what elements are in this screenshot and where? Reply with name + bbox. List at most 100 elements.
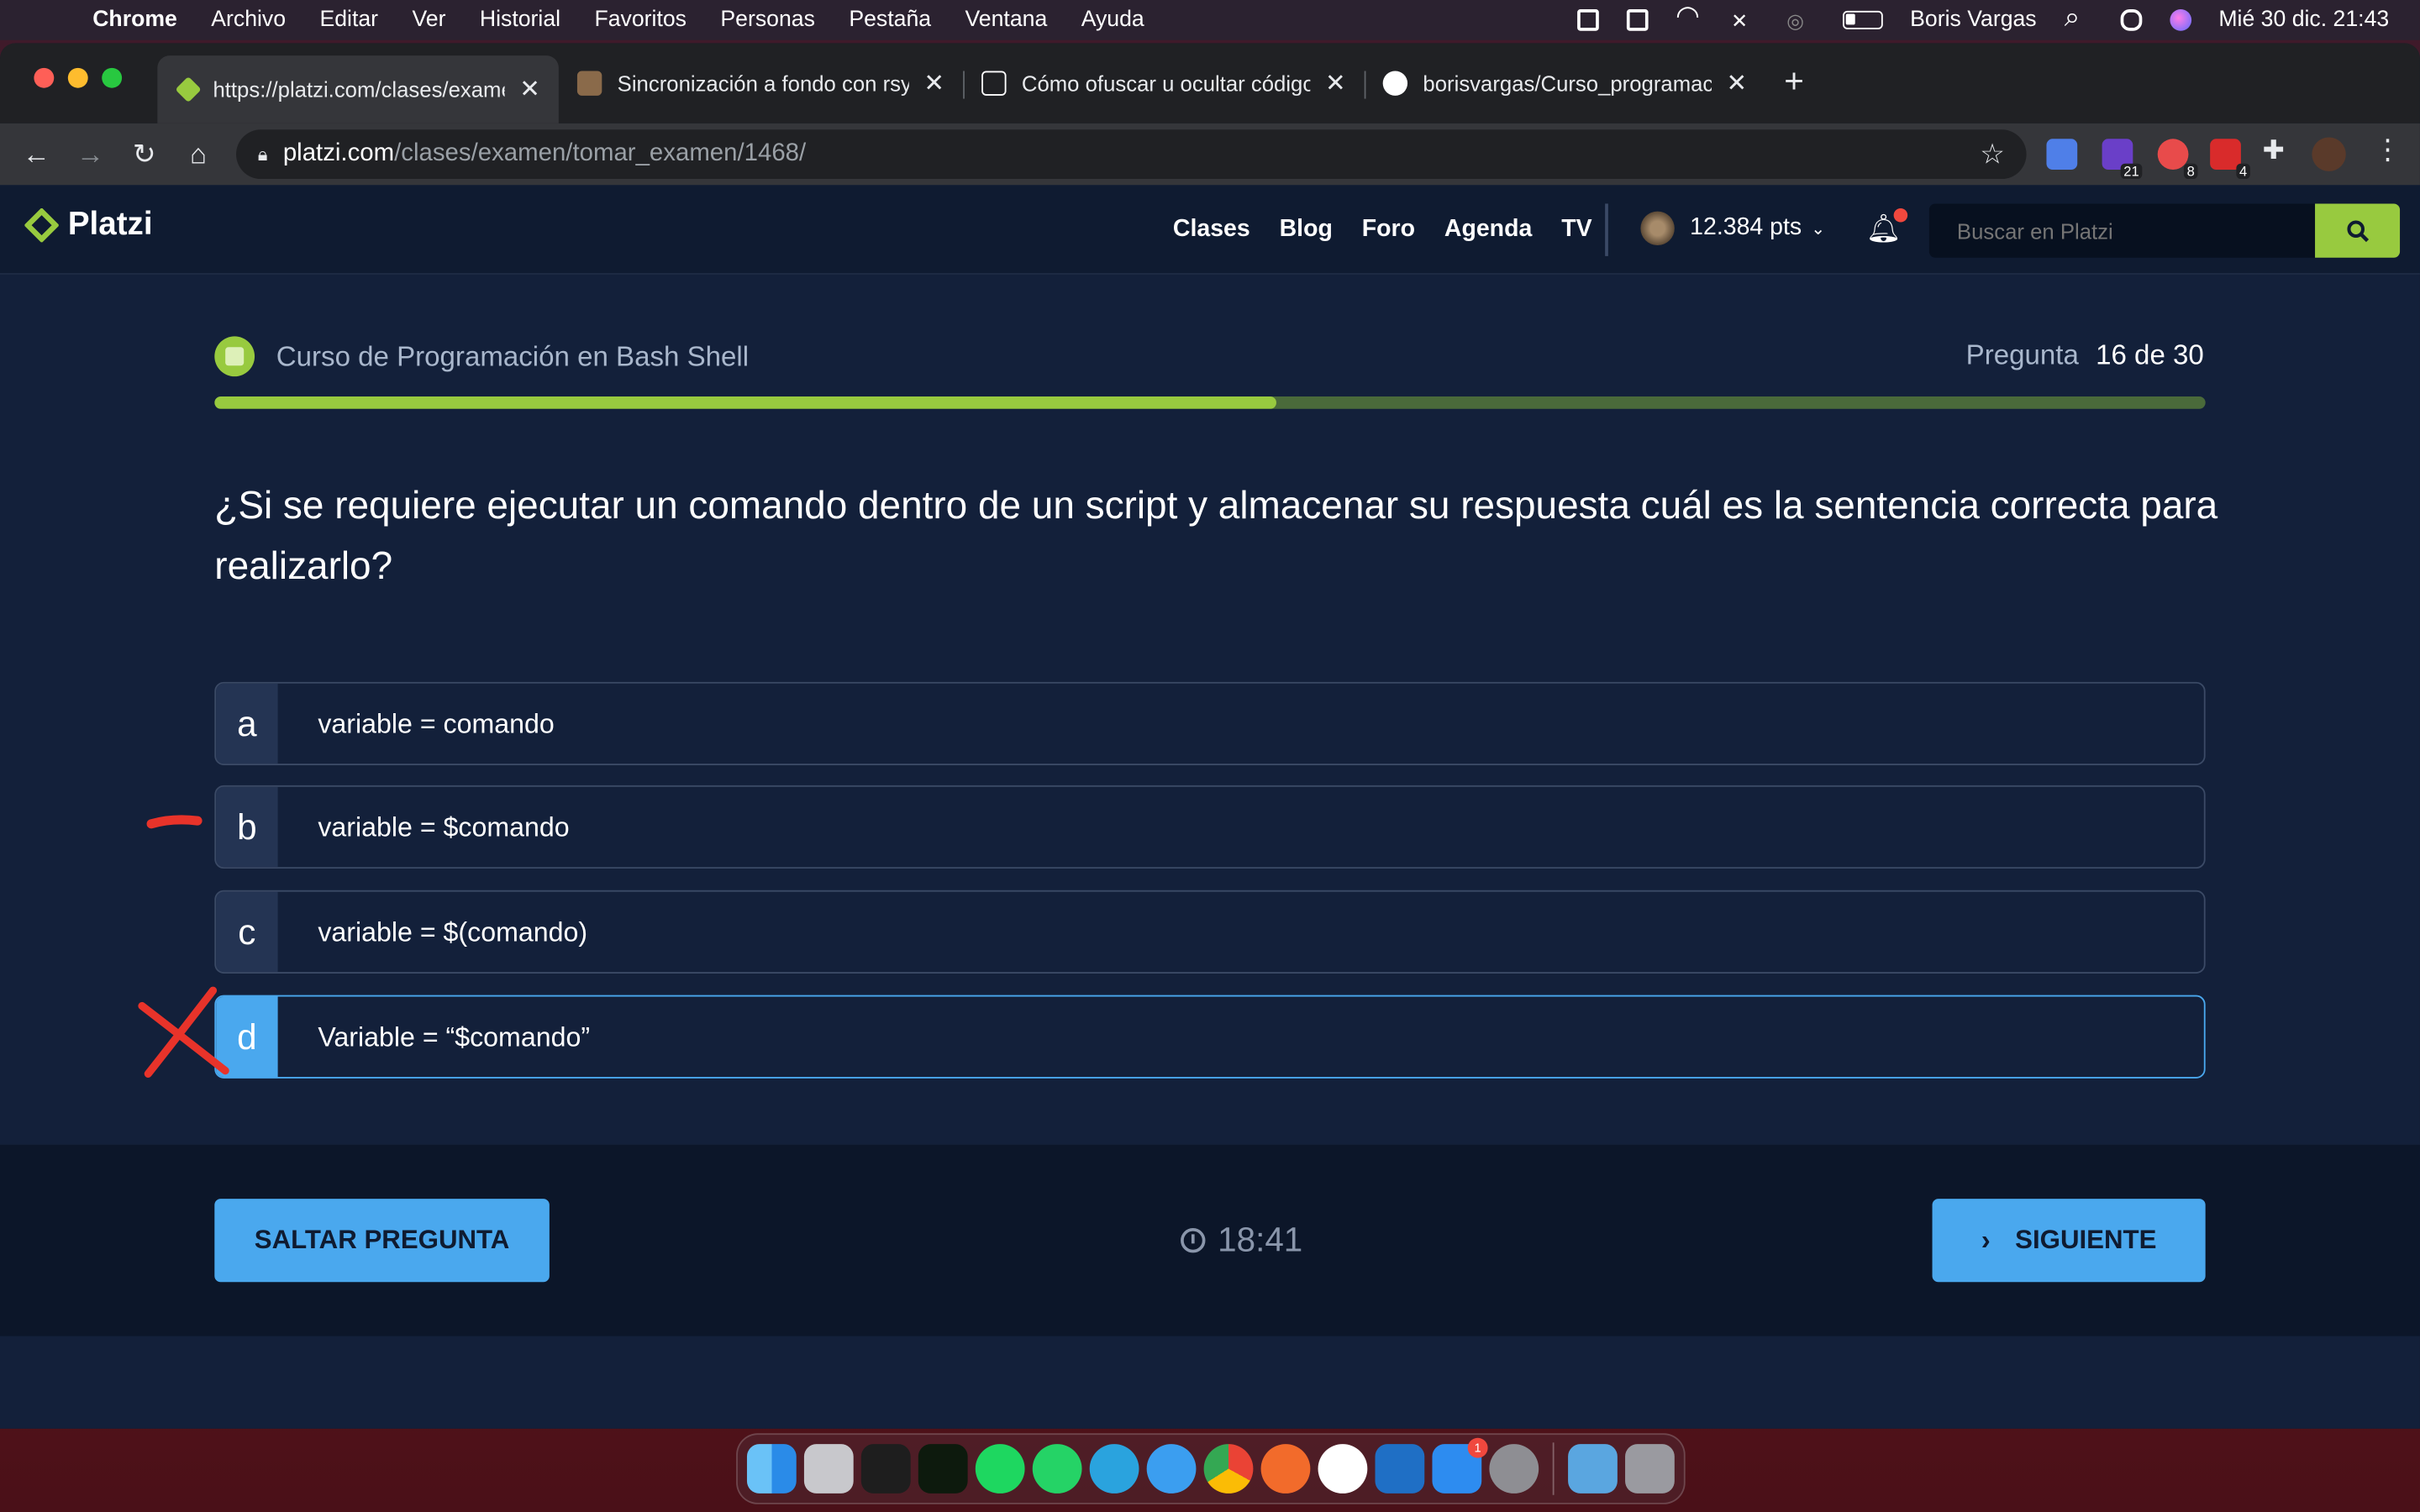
lock-icon[interactable]: 🔒︎: [258, 143, 268, 166]
menubar-clock[interactable]: Mié 30 dic. 21:43: [2218, 8, 2389, 32]
profile-avatar[interactable]: [2312, 137, 2346, 171]
red-x-mark-stroke-1: [138, 1001, 229, 1075]
tab-strip: https://platzi.com/clases/examen ✕ Sincr…: [0, 43, 2420, 123]
menu-historial[interactable]: Historial: [480, 8, 560, 32]
search-button[interactable]: [2315, 203, 2401, 258]
app-store-icon[interactable]: 1: [1432, 1437, 1488, 1494]
tab-title: https://platzi.com/clases/examen: [213, 76, 504, 102]
menu-app-name[interactable]: Chrome: [92, 8, 177, 32]
notification-icon[interactable]: [1576, 9, 1599, 31]
siri-icon[interactable]: [2169, 9, 2191, 31]
spotlight-icon[interactable]: [2065, 2, 2092, 34]
red-dash-mark: [146, 815, 203, 829]
minimize-window-button[interactable]: [67, 67, 88, 88]
home-icon[interactable]: ⌂: [171, 138, 225, 171]
vscode-icon[interactable]: [1375, 1444, 1425, 1494]
nav-tv[interactable]: TV: [1561, 216, 1591, 244]
extension-4-icon[interactable]: 4: [2210, 139, 2250, 180]
menu-ventana[interactable]: Ventana: [965, 8, 1048, 32]
layout-icon[interactable]: [1626, 9, 1648, 31]
search-icon: [2346, 219, 2369, 242]
whatsapp-icon[interactable]: [1032, 1444, 1082, 1494]
trash-icon[interactable]: [1625, 1444, 1675, 1494]
app-store-badge: 1: [1467, 1437, 1488, 1458]
close-window-button[interactable]: [34, 67, 55, 88]
user-points-menu[interactable]: 12.384 pts ⌄: [1640, 211, 1825, 246]
battery-icon[interactable]: [1842, 10, 1883, 29]
safari-icon[interactable]: [1146, 1444, 1197, 1494]
terminal-icon[interactable]: [860, 1444, 911, 1494]
chrome-icon[interactable]: [1203, 1444, 1254, 1494]
stopwatch-icon: [1181, 1228, 1206, 1253]
skip-question-button[interactable]: SALTAR PREGUNTA: [214, 1199, 550, 1283]
answer-option-c[interactable]: c variable = $(comando): [214, 890, 2206, 974]
answer-option-b[interactable]: b variable = $comando: [214, 785, 2206, 869]
github-favicon-icon: [1382, 71, 1408, 96]
new-tab-icon[interactable]: +: [1784, 61, 1804, 102]
address-bar[interactable]: 🔒︎ platzi.com /clases/examen/tomar_exame…: [236, 129, 2027, 180]
reload-icon[interactable]: ↻: [118, 138, 171, 171]
mendeley-icon[interactable]: [1318, 1444, 1368, 1494]
chrome-window: https://platzi.com/clases/examen ✕ Sincr…: [0, 43, 2420, 1429]
macos-dock: 1: [736, 1433, 1686, 1504]
answer-option-a[interactable]: a variable = comando: [214, 681, 2206, 766]
menu-favoritos[interactable]: Favoritos: [594, 8, 687, 32]
next-question-button[interactable]: › SIGUIENTE: [1932, 1199, 2206, 1283]
back-icon[interactable]: ←: [9, 138, 63, 171]
postman-icon[interactable]: [1260, 1444, 1311, 1494]
nav-clases[interactable]: Clases: [1173, 216, 1250, 244]
telegram-icon[interactable]: [1089, 1444, 1139, 1494]
close-tab-icon[interactable]: ✕: [923, 68, 944, 99]
airdrop-icon[interactable]: ◎: [1786, 9, 1814, 33]
menu-pestana[interactable]: Pestaña: [849, 8, 931, 32]
avatar: [1640, 211, 1675, 246]
close-tab-icon[interactable]: ✕: [519, 74, 540, 105]
platzi-logo[interactable]: Platzi: [24, 207, 153, 244]
tab-github[interactable]: borisvargas/Curso_programacion ✕: [1365, 55, 1766, 111]
site-search: [1928, 203, 2401, 258]
extension-21-icon[interactable]: 21: [2102, 139, 2143, 180]
iterm-icon[interactable]: [918, 1444, 968, 1494]
menu-editar[interactable]: Editar: [319, 8, 378, 32]
dock-separator: [1552, 1442, 1555, 1495]
finder-icon[interactable]: [746, 1444, 797, 1494]
share-favicon-icon: [981, 71, 1007, 96]
forward-icon[interactable]: →: [63, 138, 117, 171]
chrome-menu-icon[interactable]: ⋮: [2374, 134, 2405, 165]
site-header: Platzi Clases Blog Foro Agenda TV 12.384…: [0, 185, 2420, 275]
search-input[interactable]: [1928, 203, 2316, 258]
bluetooth-icon[interactable]: ✕: [1731, 9, 1759, 33]
tab-ofuscar[interactable]: Cómo ofuscar u ocultar código ✕: [963, 55, 1365, 111]
translate-extension-icon[interactable]: [2046, 139, 2078, 171]
notifications-bell-icon[interactable]: 🔔︎: [1866, 207, 1907, 245]
extensions-puzzle-icon[interactable]: ✚: [2263, 136, 2294, 167]
option-text: variable = $comando: [318, 811, 570, 842]
bookmark-star-icon[interactable]: ☆: [1980, 138, 2005, 171]
menu-ver[interactable]: Ver: [412, 8, 445, 32]
browser-toolbar: ← → ↻ ⌂ 🔒︎ platzi.com /clases/examen/tom…: [0, 123, 2420, 186]
extension-8-icon[interactable]: 8: [2157, 139, 2198, 180]
launchpad-icon[interactable]: [803, 1444, 854, 1494]
answer-option-d[interactable]: d Variable = “$comando”: [214, 995, 2206, 1079]
tab-platzi-exam[interactable]: https://platzi.com/clases/examen ✕: [157, 55, 559, 123]
wifi-icon[interactable]: [1676, 0, 1703, 33]
tab-rsync[interactable]: Sincronización a fondo con rsync ✕: [559, 55, 963, 111]
system-preferences-icon[interactable]: [1489, 1444, 1539, 1494]
option-text: variable = $(comando): [318, 916, 588, 947]
menu-archivo[interactable]: Archivo: [211, 8, 286, 32]
close-tab-icon[interactable]: ✕: [1727, 68, 1748, 99]
menu-personas[interactable]: Personas: [720, 8, 815, 32]
control-center-icon[interactable]: [2119, 9, 2142, 31]
menu-ayuda[interactable]: Ayuda: [1081, 8, 1144, 32]
fullscreen-window-button[interactable]: [102, 67, 123, 88]
nav-foro[interactable]: Foro: [1362, 216, 1415, 244]
downloads-folder-icon[interactable]: [1568, 1444, 1618, 1494]
nav-blog[interactable]: Blog: [1280, 216, 1333, 244]
nav-agenda[interactable]: Agenda: [1444, 216, 1532, 244]
menubar-user-name[interactable]: Boris Vargas: [1910, 8, 2036, 32]
spotify-icon[interactable]: [975, 1444, 1025, 1494]
url-path: /clases/examen/tomar_examen/1468/: [394, 140, 807, 167]
close-tab-icon[interactable]: ✕: [1325, 68, 1346, 99]
extension-badge: 21: [2120, 163, 2143, 180]
progress-fill: [214, 396, 1276, 409]
